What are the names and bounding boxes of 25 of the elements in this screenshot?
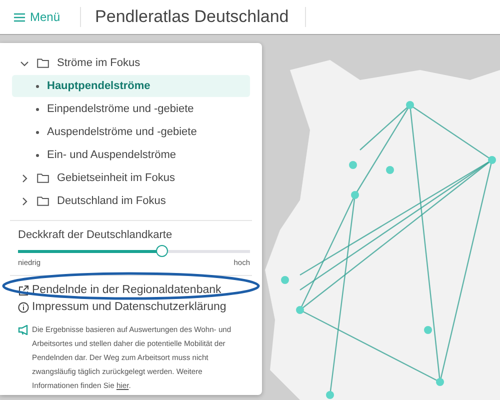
tree-item[interactable]: Ströme im Fokus <box>57 57 140 69</box>
menu-icon <box>14 12 25 22</box>
slider-thumb[interactable] <box>156 245 168 257</box>
tree-item[interactable]: Gebietseinheit im Fokus <box>57 172 175 184</box>
tree-subitem[interactable]: Hauptpendelströme <box>12 75 250 97</box>
app-title: Pendleratlas Deutschland <box>95 7 289 27</box>
bullet-icon <box>36 154 39 156</box>
bullet-icon <box>36 130 39 134</box>
tree-item[interactable]: Deutschland im Fokus <box>57 195 166 207</box>
chevron-right-icon[interactable] <box>20 196 29 206</box>
tree-subitem[interactable]: Einpendelströme und -gebiete <box>12 98 250 120</box>
megaphone-icon <box>18 325 30 335</box>
imprint-link[interactable]: Impressum und Datenschutzerklärung <box>18 301 226 313</box>
chevron-right-icon[interactable] <box>20 174 29 182</box>
folder-icon <box>37 173 49 183</box>
chevron-down-icon[interactable] <box>20 58 29 68</box>
external-link-icon <box>18 284 29 296</box>
folder-icon <box>37 58 49 68</box>
bullet-icon <box>36 108 39 110</box>
tree-subitem[interactable]: Auspendelströme und -gebiete <box>12 121 250 143</box>
slider-label: Deckkraft der Deutschlandkarte <box>18 229 174 241</box>
info-icon <box>18 302 29 312</box>
folder-icon <box>37 196 49 206</box>
bullet-icon <box>36 84 39 88</box>
tree-subitem[interactable]: Ein- und Auspendelströme <box>12 144 250 166</box>
